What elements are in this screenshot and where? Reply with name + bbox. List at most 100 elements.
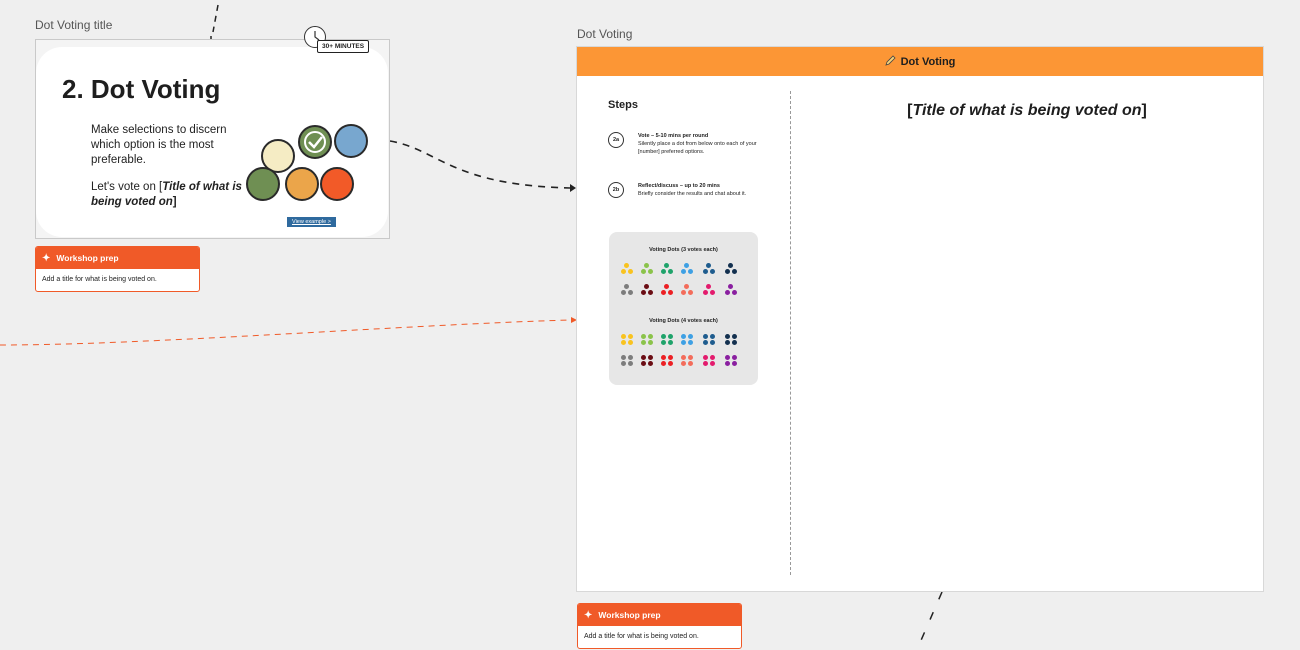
voting-dot[interactable] xyxy=(628,269,633,274)
voting-dot[interactable] xyxy=(710,290,715,295)
voting-dot[interactable] xyxy=(710,269,715,274)
voting-dot[interactable] xyxy=(648,290,653,295)
voting-dot[interactable] xyxy=(661,334,666,339)
voting-dot[interactable] xyxy=(725,340,730,345)
voting-dot[interactable] xyxy=(732,334,737,339)
voting-dot[interactable] xyxy=(621,340,626,345)
voting-dot[interactable] xyxy=(668,269,673,274)
voting-dot[interactable] xyxy=(648,355,653,360)
voting-dot[interactable] xyxy=(681,361,686,366)
voting-dot[interactable] xyxy=(703,290,708,295)
voting-dot[interactable] xyxy=(688,334,693,339)
voting-dot[interactable] xyxy=(703,269,708,274)
voting-dot[interactable] xyxy=(684,284,689,289)
voting-dot[interactable] xyxy=(628,334,633,339)
voting-dot[interactable] xyxy=(706,284,711,289)
voting-dot[interactable] xyxy=(681,340,686,345)
voting-dot[interactable] xyxy=(688,290,693,295)
voting-dot[interactable] xyxy=(621,334,626,339)
voting-dot[interactable] xyxy=(725,361,730,366)
view-example-button[interactable]: View example > xyxy=(287,217,336,227)
voting-dot[interactable] xyxy=(732,290,737,295)
voting-dot[interactable] xyxy=(706,263,711,268)
voting-dot[interactable] xyxy=(688,269,693,274)
voting-dot[interactable] xyxy=(641,269,646,274)
voting-dot[interactable] xyxy=(732,340,737,345)
card-title: 2. Dot Voting xyxy=(62,74,221,104)
voting-dot[interactable] xyxy=(661,269,666,274)
voting-dot[interactable] xyxy=(648,340,653,345)
voting-dot[interactable] xyxy=(725,334,730,339)
voting-dot[interactable] xyxy=(725,269,730,274)
voting-dot[interactable] xyxy=(728,284,733,289)
illustration-dot-orange xyxy=(285,167,319,201)
voting-dot[interactable] xyxy=(688,361,693,366)
voting-dot[interactable] xyxy=(710,334,715,339)
voting-dot[interactable] xyxy=(621,269,626,274)
voting-dot[interactable] xyxy=(628,340,633,345)
workshop-prep-note-bottom[interactable]: ✦ Workshop prep Add a title for what is … xyxy=(577,603,742,649)
dot-voting-board[interactable]: Dot Voting Steps 2a Vote – 5-10 mins per… xyxy=(576,46,1264,592)
board-title[interactable]: [Title of what is being voted on] xyxy=(807,102,1247,120)
voting-dot[interactable] xyxy=(684,263,689,268)
voting-dot[interactable] xyxy=(628,361,633,366)
voting-dot[interactable] xyxy=(732,355,737,360)
voting-dot[interactable] xyxy=(688,355,693,360)
voting-dots-4-title: Voting Dots (4 votes each) xyxy=(649,318,718,324)
voting-dot[interactable] xyxy=(648,334,653,339)
column-divider xyxy=(790,91,791,575)
voting-dot[interactable] xyxy=(732,269,737,274)
voting-dot[interactable] xyxy=(644,284,649,289)
voting-dot[interactable] xyxy=(681,334,686,339)
voting-dot[interactable] xyxy=(728,263,733,268)
voting-dot[interactable] xyxy=(644,263,649,268)
voting-dot[interactable] xyxy=(664,263,669,268)
voting-dot[interactable] xyxy=(725,290,730,295)
voting-dot[interactable] xyxy=(648,361,653,366)
voting-dot[interactable] xyxy=(668,355,673,360)
voting-dot[interactable] xyxy=(703,355,708,360)
voting-dot[interactable] xyxy=(703,334,708,339)
voting-dot[interactable] xyxy=(725,355,730,360)
voting-dot[interactable] xyxy=(664,284,669,289)
voting-dot[interactable] xyxy=(661,340,666,345)
voting-dot[interactable] xyxy=(641,340,646,345)
voting-dot[interactable] xyxy=(703,361,708,366)
voting-dot[interactable] xyxy=(621,361,626,366)
voting-dot[interactable] xyxy=(648,269,653,274)
voting-dot[interactable] xyxy=(681,269,686,274)
card-description: Make selections to discern which option … xyxy=(91,123,251,222)
voting-dot[interactable] xyxy=(628,290,633,295)
voting-dot[interactable] xyxy=(732,361,737,366)
voting-dot[interactable] xyxy=(641,361,646,366)
voting-dot[interactable] xyxy=(668,361,673,366)
voting-dot[interactable] xyxy=(661,361,666,366)
pencil-icon xyxy=(884,54,896,69)
prep-body: Add a title for what is being voted on. xyxy=(584,633,699,640)
voting-dot[interactable] xyxy=(624,263,629,268)
voting-dots-panel: Voting Dots (3 votes each) Voting Dots (… xyxy=(609,232,758,385)
voting-dot[interactable] xyxy=(710,355,715,360)
frame-label-dot-voting-title: Dot Voting title xyxy=(35,18,113,32)
voting-dot[interactable] xyxy=(621,355,626,360)
voting-dot[interactable] xyxy=(641,290,646,295)
voting-dot[interactable] xyxy=(681,290,686,295)
voting-dot[interactable] xyxy=(710,361,715,366)
voting-dot[interactable] xyxy=(703,340,708,345)
voting-dot[interactable] xyxy=(624,284,629,289)
voting-dot[interactable] xyxy=(668,334,673,339)
workshop-prep-note[interactable]: ✦ Workshop prep Add a title for what is … xyxy=(35,246,200,292)
voting-dot[interactable] xyxy=(621,290,626,295)
voting-dot[interactable] xyxy=(668,340,673,345)
voting-dot[interactable] xyxy=(681,355,686,360)
voting-dot[interactable] xyxy=(661,290,666,295)
prep-header: ✦ Workshop prep xyxy=(36,247,199,269)
voting-dot[interactable] xyxy=(688,340,693,345)
voting-dot[interactable] xyxy=(661,355,666,360)
voting-dot[interactable] xyxy=(641,334,646,339)
voting-dot[interactable] xyxy=(628,355,633,360)
voting-dot[interactable] xyxy=(668,290,673,295)
dot-voting-title-frame[interactable]: 2. Dot Voting Make selections to discern… xyxy=(35,26,390,239)
voting-dot[interactable] xyxy=(641,355,646,360)
voting-dot[interactable] xyxy=(710,340,715,345)
